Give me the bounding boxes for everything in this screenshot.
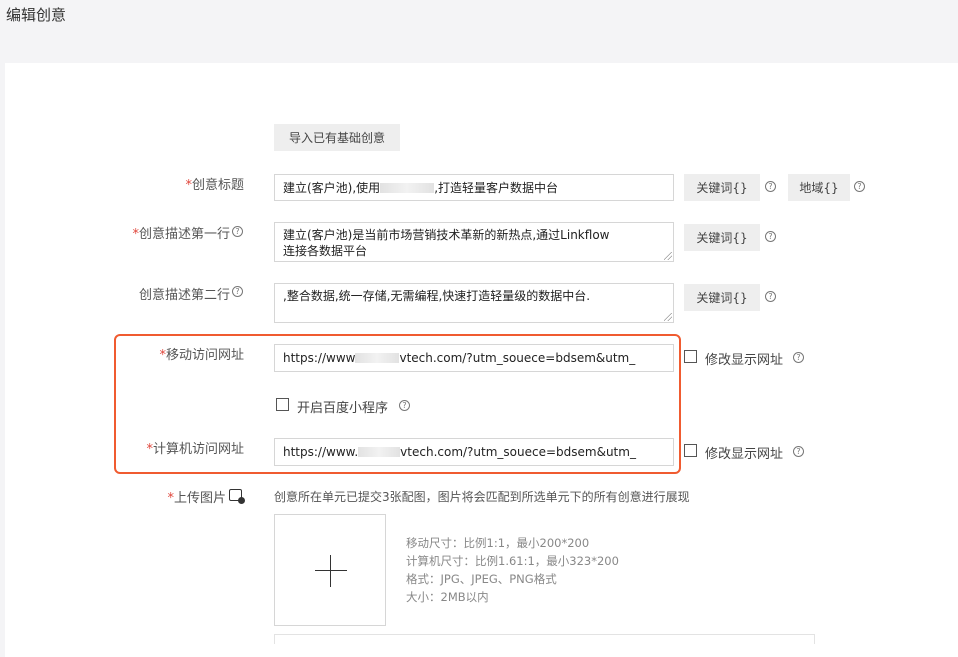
- desc2-label-text: 创意描述第二行: [138, 288, 230, 303]
- title-input[interactable]: 建立(客户池),使用 ,打造轻量客户数据中台: [274, 174, 674, 201]
- pc-modify-url-help-icon[interactable]: ?: [793, 446, 804, 457]
- desc2-keyword-button[interactable]: 关键词{}: [684, 284, 760, 311]
- desc1-label-text: 创意描述第一行: [138, 227, 230, 242]
- mobile-url-suffix: vtech.com/?utm_souece=bdsem&utm_: [399, 351, 636, 365]
- upload-label-text: 上传图片: [173, 491, 226, 506]
- title-label-text: 创意标题: [191, 178, 244, 193]
- upload-image-box[interactable]: [274, 514, 386, 626]
- pc-modify-url-label[interactable]: 修改显示网址: [705, 443, 783, 462]
- pc-url-prefix: https://www.: [283, 445, 359, 459]
- title-keyword-help-icon[interactable]: ?: [765, 181, 776, 192]
- title-region-button[interactable]: 地域{}: [788, 174, 850, 201]
- desc2-help-icon[interactable]: ?: [232, 286, 243, 297]
- resize-handle[interactable]: [664, 313, 672, 321]
- pc-url-label-text: 计算机访问网址: [152, 442, 244, 457]
- upload-spec-pc: 计算机尺寸：比例1.61:1，最小323*200: [406, 554, 619, 568]
- desc1-help-icon[interactable]: ?: [232, 226, 243, 237]
- desc1-line1: 建立(客户池)是当前市场营销技术革新的新热点,通过Linkflow: [283, 228, 610, 242]
- redacted-text: [380, 182, 435, 193]
- baidu-mini-program-help-icon[interactable]: ?: [399, 400, 410, 411]
- upload-label: *上传图片: [150, 487, 226, 506]
- desc2-keyword-help-icon[interactable]: ?: [765, 291, 776, 302]
- baidu-mini-program-label[interactable]: 开启百度小程序: [297, 397, 388, 416]
- resize-handle[interactable]: [664, 252, 672, 260]
- pc-modify-url-checkbox[interactable]: [684, 444, 697, 457]
- redacted-text: [358, 447, 401, 457]
- page-title: 编辑创意: [6, 6, 67, 24]
- upload-spec-size: 大小：2MB以内: [406, 590, 489, 604]
- next-section-border: [274, 634, 815, 635]
- desc2-label: 创意描述第二行: [110, 284, 230, 303]
- mobile-url-label-text: 移动访问网址: [165, 348, 244, 363]
- desc1-textarea[interactable]: 建立(客户池)是当前市场营销技术革新的新热点,通过Linkflow 连接各数据平…: [274, 222, 674, 262]
- desc1-keyword-button[interactable]: 关键词{}: [684, 224, 760, 251]
- upload-spec-format: 格式：JPG、JPEG、PNG格式: [406, 572, 557, 586]
- mobile-modify-url-help-icon[interactable]: ?: [793, 352, 804, 363]
- baidu-mini-program-checkbox[interactable]: [276, 398, 289, 411]
- desc1-line2: 连接各数据平台: [283, 244, 368, 258]
- desc2-line1: ,整合数据,统一存储,无需编程,快速打造轻量级的数据中台.: [283, 289, 591, 303]
- upload-spec-mobile: 移动尺寸：比例1:1，最小200*200: [406, 536, 590, 550]
- desc1-label: *创意描述第一行: [110, 223, 230, 242]
- title-value-suffix: ,打造轻量客户数据中台: [434, 181, 559, 195]
- import-creative-button[interactable]: 导入已有基础创意: [274, 124, 400, 151]
- upload-hint: 创意所在单元已提交3张配图，图片将会匹配到所选单元下的所有创意进行展现: [274, 490, 690, 504]
- redacted-text: [355, 353, 400, 363]
- plus-icon-h: [315, 570, 347, 571]
- image-info-icon[interactable]: [229, 489, 245, 504]
- next-section-border-right: [814, 634, 815, 644]
- pc-url-label: *计算机访问网址: [130, 438, 244, 457]
- desc2-textarea[interactable]: ,整合数据,统一存储,无需编程,快速打造轻量级的数据中台.: [274, 283, 674, 323]
- pc-url-input[interactable]: https://www. vtech.com/?utm_souece=bdsem&…: [274, 438, 674, 466]
- title-keyword-button[interactable]: 关键词{}: [684, 174, 760, 201]
- plus-icon-v: [330, 555, 331, 587]
- mobile-url-input[interactable]: https://www vtech.com/?utm_souece=bdsem&u…: [274, 344, 674, 372]
- mobile-url-label: *移动访问网址: [140, 344, 244, 363]
- title-label: *创意标题: [160, 174, 244, 193]
- desc1-keyword-help-icon[interactable]: ?: [765, 231, 776, 242]
- mobile-modify-url-checkbox[interactable]: [684, 350, 697, 363]
- mobile-modify-url-label[interactable]: 修改显示网址: [705, 349, 783, 368]
- title-region-help-icon[interactable]: ?: [854, 181, 865, 192]
- pc-url-suffix: vtech.com/?utm_souece=bdsem&utm_: [400, 445, 636, 459]
- mobile-url-prefix: https://www: [283, 351, 356, 365]
- title-value-prefix: 建立(客户池),使用: [283, 181, 381, 195]
- next-section-border-left: [274, 634, 275, 644]
